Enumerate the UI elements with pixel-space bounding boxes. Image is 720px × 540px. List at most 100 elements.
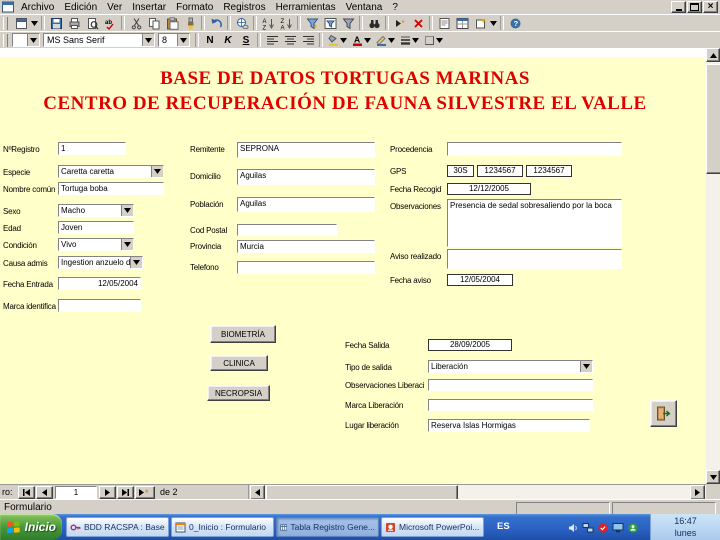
- taskbar-task-powerpoint[interactable]: Microsoft PowerPoi...: [381, 517, 484, 537]
- align-right-button[interactable]: [299, 32, 317, 48]
- chevron-down-icon[interactable]: [177, 34, 189, 46]
- cod-postal-input[interactable]: [237, 224, 337, 236]
- tray-antivirus-icon[interactable]: [596, 521, 609, 534]
- scroll-left-button[interactable]: [250, 485, 265, 500]
- scroll-up-button[interactable]: [706, 48, 720, 62]
- horizontal-scrollbar[interactable]: [250, 485, 706, 502]
- aviso-realizado-input[interactable]: [447, 249, 622, 269]
- restore-button[interactable]: [687, 1, 702, 13]
- observaciones-liberacion-input[interactable]: [428, 379, 593, 391]
- marca-liberacion-input[interactable]: [428, 399, 593, 411]
- tray-display-icon[interactable]: [611, 521, 624, 534]
- fecha-salida-input[interactable]: 28/09/2005: [428, 339, 512, 351]
- taskbar-task-database[interactable]: BDD RACSPA : Base: [66, 517, 169, 537]
- tray-network-icon[interactable]: [581, 521, 594, 534]
- last-record-button[interactable]: [117, 486, 134, 499]
- undo-button[interactable]: [207, 15, 225, 31]
- help-button[interactable]: ?: [506, 15, 524, 31]
- special-effect-button[interactable]: [421, 32, 445, 48]
- exit-form-button[interactable]: [650, 400, 677, 427]
- spelling-button[interactable]: ab: [101, 15, 119, 31]
- sexo-combo[interactable]: Macho: [58, 204, 134, 217]
- clinica-button[interactable]: CLINICA: [210, 355, 268, 371]
- delete-record-button[interactable]: [409, 15, 427, 31]
- toolbar-grip[interactable]: [3, 33, 8, 47]
- fecha-entrada-input[interactable]: 12/05/2004: [58, 277, 141, 290]
- underline-button[interactable]: S: [237, 32, 255, 48]
- insert-hyperlink-button[interactable]: [233, 15, 251, 31]
- necropsia-button[interactable]: NECROPSIA: [207, 385, 270, 401]
- minimize-button[interactable]: [671, 1, 686, 13]
- menu-insertar[interactable]: Insertar: [127, 1, 171, 14]
- language-indicator[interactable]: ES: [497, 514, 510, 540]
- new-object-button[interactable]: [471, 15, 489, 31]
- biometria-button[interactable]: BIOMETRÍA: [210, 325, 276, 343]
- apply-filter-button[interactable]: [339, 15, 357, 31]
- chevron-down-icon[interactable]: [151, 166, 163, 177]
- fill-color-button[interactable]: [325, 32, 349, 48]
- next-record-button[interactable]: [99, 486, 116, 499]
- chevron-down-icon[interactable]: [121, 239, 133, 250]
- italic-button[interactable]: K: [219, 32, 237, 48]
- toolbar-grip[interactable]: [3, 16, 8, 30]
- paste-button[interactable]: [163, 15, 181, 31]
- taskbar-task-form[interactable]: 0_Inicio : Formulario: [171, 517, 274, 537]
- save-button[interactable]: [47, 15, 65, 31]
- provincia-input[interactable]: Murcia: [237, 240, 375, 253]
- new-record-nav-button[interactable]: *: [135, 486, 155, 499]
- menu-herramientas[interactable]: Herramientas: [271, 1, 341, 14]
- vertical-scrollbar[interactable]: [706, 48, 720, 484]
- copy-button[interactable]: [145, 15, 163, 31]
- bold-button[interactable]: N: [201, 32, 219, 48]
- chevron-down-icon[interactable]: [27, 34, 39, 46]
- poblacion-input[interactable]: Aguilas: [237, 197, 375, 212]
- menu-ventana[interactable]: Ventana: [341, 1, 388, 14]
- object-selector-combo[interactable]: [12, 33, 40, 47]
- form-view-button[interactable]: [12, 15, 30, 31]
- condicion-combo[interactable]: Vivo: [58, 238, 134, 251]
- vertical-scroll-thumb[interactable]: [706, 64, 720, 174]
- current-record-input[interactable]: 1: [55, 486, 97, 499]
- edad-input[interactable]: Joven: [58, 221, 134, 234]
- previous-record-button[interactable]: [36, 486, 53, 499]
- close-button[interactable]: ×: [703, 1, 718, 13]
- font-color-button[interactable]: A: [349, 32, 373, 48]
- properties-button[interactable]: [435, 15, 453, 31]
- chevron-down-icon[interactable]: [130, 257, 142, 268]
- start-button[interactable]: Inicio: [0, 514, 62, 540]
- marca-identificativa-input[interactable]: [58, 299, 141, 312]
- find-button[interactable]: [365, 15, 383, 31]
- causa-admision-combo[interactable]: Ingestion anzuelo d: [58, 256, 143, 269]
- cut-button[interactable]: [127, 15, 145, 31]
- new-object-dropdown-button[interactable]: [489, 15, 498, 31]
- new-record-button[interactable]: *: [391, 15, 409, 31]
- view-dropdown-button[interactable]: [30, 15, 39, 31]
- align-center-button[interactable]: [281, 32, 299, 48]
- menu-ayuda[interactable]: ?: [387, 1, 403, 14]
- menu-formato[interactable]: Formato: [171, 1, 218, 14]
- lugar-liberacion-input[interactable]: Reserva Islas Hormigas: [428, 419, 590, 432]
- nombre-comun-input[interactable]: Tortuga boba: [58, 182, 164, 195]
- menu-ver[interactable]: Ver: [102, 1, 127, 14]
- filter-by-form-button[interactable]: [321, 15, 339, 31]
- gps-northing-input[interactable]: 1234567: [526, 165, 572, 177]
- font-name-combo[interactable]: MS Sans Serif: [43, 33, 155, 47]
- line-width-button[interactable]: [397, 32, 421, 48]
- scroll-right-button[interactable]: [690, 485, 705, 500]
- domicilio-input[interactable]: Aguilas: [237, 169, 375, 185]
- menu-registros[interactable]: Registros: [218, 1, 270, 14]
- fecha-recogida-input[interactable]: 12/12/2005: [447, 183, 531, 195]
- tray-volume-icon[interactable]: [566, 521, 579, 534]
- telefono-input[interactable]: [237, 261, 375, 274]
- database-window-button[interactable]: [453, 15, 471, 31]
- align-left-button[interactable]: [263, 32, 281, 48]
- filter-by-selection-button[interactable]: [303, 15, 321, 31]
- chevron-down-icon[interactable]: [142, 34, 154, 46]
- taskbar-task-table[interactable]: Tabla Registro Gene...: [276, 517, 379, 537]
- print-preview-button[interactable]: [83, 15, 101, 31]
- num-registro-input[interactable]: 1: [58, 142, 126, 155]
- font-size-combo[interactable]: 8: [158, 33, 190, 47]
- observaciones-input[interactable]: Presencia de sedal sobresaliendo por la …: [447, 199, 622, 247]
- format-painter-button[interactable]: [181, 15, 199, 31]
- especie-combo[interactable]: Caretta caretta: [58, 165, 164, 178]
